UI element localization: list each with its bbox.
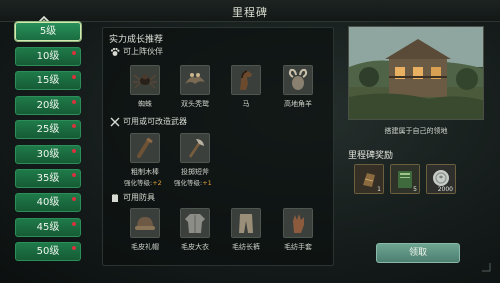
partner-ram[interactable] — [283, 65, 313, 95]
hat-icon — [131, 209, 159, 237]
reward-book[interactable]: 5 — [390, 164, 420, 194]
stat-label: 强化等级: — [174, 179, 203, 187]
level-button-45[interactable]: 45级 — [15, 218, 81, 237]
weapon-upgrade-stat: 强化等级:+1 — [174, 177, 212, 187]
panel-title: 实力成长推荐 — [109, 35, 164, 45]
horse-icon — [232, 66, 260, 94]
territory-preview-image — [348, 26, 484, 120]
pants-icon — [232, 209, 260, 237]
coat-icon — [181, 209, 209, 237]
weapon-crude-club[interactable] — [130, 133, 160, 163]
stat-value: +1 — [202, 179, 212, 187]
partners-heading: 可上阵伙伴 — [110, 46, 163, 57]
armor-icon — [112, 193, 118, 202]
level-button-20[interactable]: 20级 — [15, 96, 81, 115]
armor-wool-gloves[interactable] — [283, 208, 313, 238]
axe-icon — [181, 134, 209, 162]
notification-dot — [72, 124, 76, 128]
armor-label: 毛纺手套 — [284, 243, 312, 251]
partner-vulture[interactable] — [180, 65, 210, 95]
partner-label: 高地角羊 — [284, 100, 312, 108]
notification-dot — [72, 197, 76, 201]
page-title: 里程碑 — [232, 6, 268, 19]
corner-ornament-icon — [482, 263, 491, 272]
partner-horse[interactable] — [231, 65, 261, 95]
level-label: 20级 — [36, 100, 60, 111]
level-button-50[interactable]: 50级 — [15, 242, 81, 261]
crossed-swords-icon — [110, 117, 120, 126]
level-label: 25级 — [36, 124, 60, 135]
level-label: 30级 — [36, 149, 60, 160]
reward-count: 5 — [413, 186, 417, 193]
stat-value: +2 — [152, 179, 162, 187]
partner-label: 马 — [242, 100, 250, 108]
level-button-35[interactable]: 35级 — [15, 169, 81, 188]
notification-dot — [72, 173, 76, 177]
level-button-25[interactable]: 25级 — [15, 120, 81, 139]
collapse-up-button[interactable] — [37, 9, 51, 24]
reward-count: 1 — [377, 186, 381, 193]
level-button-15[interactable]: 15级 — [15, 71, 81, 90]
armor-fur-coat[interactable] — [180, 208, 210, 238]
armor-heading-label: 可用防具 — [123, 193, 155, 202]
gloves-icon — [284, 209, 312, 237]
level-button-10[interactable]: 10级 — [15, 47, 81, 66]
level-button-5[interactable]: 5级 — [15, 22, 81, 41]
level-label: 40级 — [36, 197, 60, 208]
building-scene-icon — [349, 27, 483, 119]
spider-icon — [131, 66, 159, 94]
claim-button[interactable]: 领取 — [376, 243, 460, 263]
partners-heading-label: 可上阵伙伴 — [123, 47, 163, 56]
level-button-40[interactable]: 40级 — [15, 193, 81, 212]
level-button-30[interactable]: 30级 — [15, 145, 81, 164]
reward-silver-coins[interactable]: 2000 — [426, 164, 456, 194]
level-label: 45级 — [36, 222, 60, 233]
partner-spider[interactable] — [130, 65, 160, 95]
notification-dot — [72, 246, 76, 250]
armor-wool-pants[interactable] — [231, 208, 261, 238]
preview-caption: 搭建属于自己的领地 — [384, 127, 448, 135]
reward-blueprint[interactable]: 1 — [354, 164, 384, 194]
armor-fur-hat[interactable] — [130, 208, 160, 238]
weapons-heading: 可用或可改造武器 — [110, 116, 187, 127]
level-label: 10级 — [36, 51, 60, 62]
notification-dot — [72, 222, 76, 226]
level-label: 15级 — [36, 75, 60, 86]
ram-icon — [284, 66, 312, 94]
level-label: 50级 — [36, 246, 60, 257]
level-label: 5级 — [39, 26, 57, 37]
rewards-title: 里程碑奖励 — [348, 151, 394, 161]
notification-dot — [72, 75, 76, 79]
weapons-heading-label: 可用或可改造武器 — [123, 117, 187, 126]
level-label: 35级 — [36, 173, 60, 184]
notification-dot — [72, 100, 76, 104]
armor-heading: 可用防具 — [110, 192, 155, 203]
vulture-icon — [181, 66, 209, 94]
notification-dot — [72, 51, 76, 55]
paw-icon — [110, 47, 120, 56]
reward-count: 2000 — [437, 186, 453, 193]
weapon-upgrade-stat: 强化等级:+2 — [124, 177, 162, 187]
weapon-label: 投掷短斧 — [181, 168, 209, 176]
armor-label: 毛纺长裤 — [232, 243, 260, 251]
notification-dot — [72, 149, 76, 153]
weapon-throwing-axe[interactable] — [180, 133, 210, 163]
club-icon — [131, 134, 159, 162]
stat-label: 强化等级: — [124, 179, 153, 187]
